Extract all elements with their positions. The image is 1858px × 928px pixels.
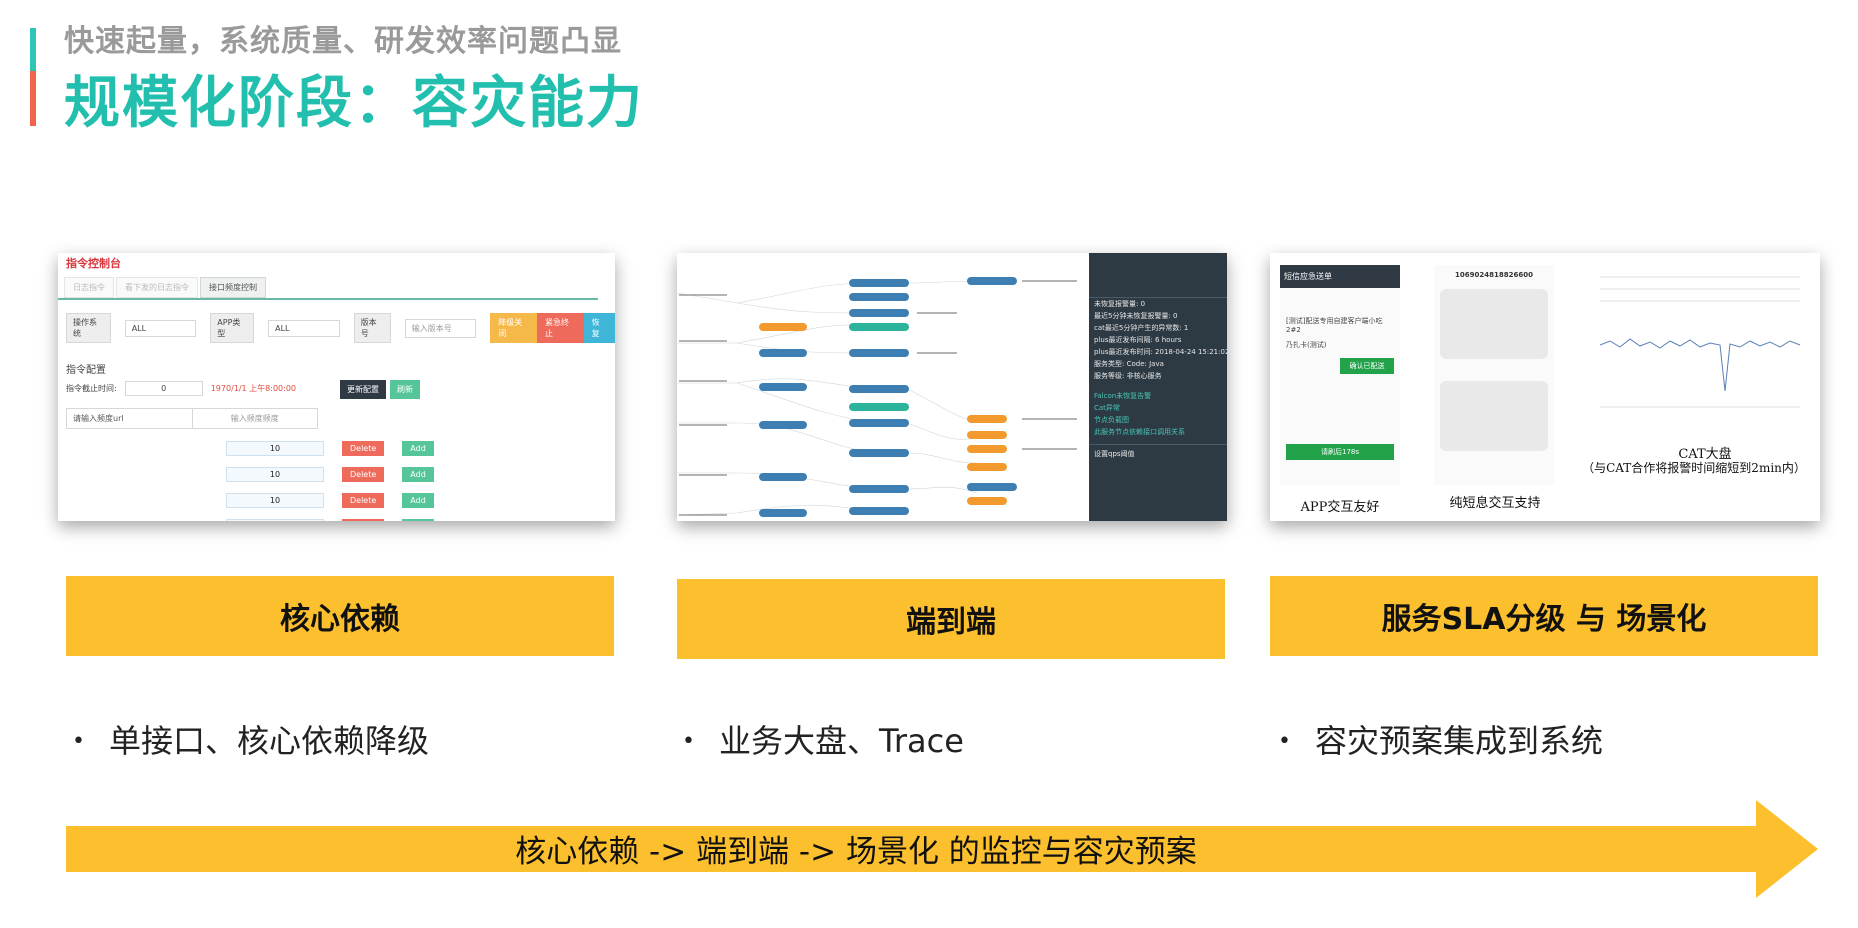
slide-subtitle: 快速起量，系统质量、研发效率问题凸显 (64, 24, 622, 59)
service-info-panel: 未恢复报警量: 0 最近5分钟未恢复报警量: 0 cat最近5分钟产生的异常数:… (1089, 253, 1227, 521)
falcon-alert-link[interactable]: Falcon未恢复告警 (1089, 390, 1227, 402)
cat-error-link[interactable]: Cat异常 (1089, 402, 1227, 414)
slide-title: 规模化阶段：容灾能力 (64, 71, 644, 136)
trace-screenshot: 未恢复报警量: 0 最近5分钟未恢复报警量: 0 cat最近5分钟产生的异常数:… (677, 253, 1227, 521)
tab-log-command[interactable]: 日志指令 (64, 277, 114, 298)
frequency-table: 10 Delete Add 10 Delete Add 10 Delete Ad… (226, 435, 434, 521)
info-line: 服务等级: 非核心服务 (1094, 372, 1162, 380)
table-row: 10 Delete Add (226, 461, 434, 487)
app-phone-title: 短信应急送单 (1280, 265, 1400, 288)
deadline-input[interactable]: 0 (124, 381, 203, 396)
frequency-value[interactable]: 10 (226, 440, 324, 456)
delete-button[interactable]: Delete (342, 492, 385, 508)
deadline-row: 指令截止时间: 0 1970/1/1 上午8:00:00 (66, 381, 296, 396)
refresh-button[interactable]: 刷新 (390, 380, 420, 399)
sms-caption: 纯短息交互支持 (1449, 496, 1541, 511)
cat-caption-note: （与CAT合作将报警时间缩短到2min内） (1582, 461, 1806, 475)
bullet-dot: • (72, 729, 85, 754)
app-type-select[interactable]: ALL (268, 319, 340, 337)
sms-bubble (1440, 289, 1548, 359)
version-label: 版本号 (353, 313, 391, 343)
app-order-item: [测试]配送专用自建客户端小吃 2#2 (1286, 317, 1383, 334)
add-button[interactable]: Add (402, 466, 434, 482)
bullet-dot: • (1278, 729, 1291, 754)
version-input[interactable]: 输入版本号 (404, 318, 477, 338)
scenario-screenshot: 短信应急送单 [测试]配送专用自建客户端小吃 2#2 乃扎卡(测试) 确认已配送… (1270, 253, 1820, 521)
console-heading: 指令控制台 (66, 257, 121, 270)
deadline-hint: 1970/1/1 上午8:00:00 (210, 384, 297, 393)
delete-button[interactable]: Delete (342, 440, 385, 456)
bullet-dot: • (682, 729, 695, 754)
update-config-button[interactable]: 更新配置 (340, 380, 386, 399)
bullet-sla-scenario: • 容灾预案集成到系统 (1278, 716, 1603, 762)
info-line: cat最近5分钟产生的异常数: 1 (1094, 324, 1189, 332)
node-load-link[interactable]: 节点负载图 (1089, 414, 1227, 426)
arrow-banner-text: 核心依赖 -> 端到端 -> 场景化 的监控与容灾预案 (515, 834, 1197, 870)
frequency-input[interactable]: 输入频度频度 (191, 409, 318, 428)
bullet-text: 单接口、核心依赖降级 (108, 722, 429, 760)
table-row: 10 Delete Add (226, 435, 434, 461)
table-row: 10 Delete Add (226, 487, 434, 513)
app-type-label: APP类型 (210, 313, 255, 343)
degrade-button[interactable]: 降级关闭 (490, 313, 537, 343)
bullet-text: 容灾预案集成到系统 (1314, 722, 1603, 760)
tab-frequency-control[interactable]: 接口频度控制 (200, 277, 266, 298)
sms-phone-screen: 1069024818826600 (1434, 265, 1554, 485)
delete-button[interactable]: Delete (342, 518, 385, 521)
sms-bubble (1440, 381, 1548, 451)
app-order-user: 乃扎卡(测试) (1286, 341, 1327, 349)
deadline-label: 指令截止时间: (66, 384, 117, 393)
frequency-value[interactable]: 10 (226, 466, 324, 482)
config-heading: 指令配置 (66, 365, 106, 376)
dependency-call-link[interactable]: 此服务节点依赖接口调用关系 (1089, 426, 1227, 438)
add-button[interactable]: Add (402, 492, 434, 508)
app-caption: APP交互友好 (1300, 500, 1380, 515)
app-phone-screen: 短信应急送单 [测试]配送专用自建客户端小吃 2#2 乃扎卡(测试) 确认已配送… (1280, 265, 1400, 485)
table-row: 10 Delete Add (226, 513, 434, 521)
label-end-to-end: 端到端 (677, 579, 1225, 659)
os-select[interactable]: ALL (124, 319, 197, 337)
console-filter-row: 操作系统 ALL APP类型 ALL 版本号 输入版本号 降级关闭 紧急终止 恢… (66, 313, 615, 343)
info-line: plus最近发布间隔: 6 hours (1094, 336, 1182, 344)
label-sla-scenario: 服务SLA分级 与 场景化 (1270, 576, 1818, 656)
frequency-value[interactable]: 10 (226, 518, 324, 521)
refresh-countdown-button[interactable]: 请刷后178s (1286, 444, 1394, 460)
dependency-graph (677, 277, 1077, 517)
console-tabs: 日志指令 看下发的日志指令 接口频度控制 (64, 277, 266, 298)
frequency-value[interactable]: 10 (226, 492, 324, 508)
cat-dashboard-chart (1600, 276, 1801, 408)
bullet-text: 业务大盘、Trace (718, 722, 964, 760)
add-button[interactable]: Add (402, 440, 434, 456)
bullet-end-to-end: • 业务大盘、Trace (682, 716, 964, 762)
label-core-dependency: 核心依赖 (66, 576, 614, 656)
config-actions: 更新配置 刷新 (340, 380, 420, 399)
stop-button[interactable]: 紧急终止 (536, 313, 584, 343)
os-label: 操作系统 (66, 313, 111, 343)
restore-button[interactable]: 恢复 (583, 313, 615, 343)
title-accent-bar (30, 28, 36, 126)
info-line: 最近5分钟未恢复报警量: 0 (1094, 312, 1178, 320)
tab-underline (58, 298, 598, 300)
url-input-row: 请输入频度url 输入频度频度 (66, 408, 318, 429)
info-line: 服务类型: Code: Java (1094, 360, 1164, 368)
sms-sender-number: 1069024818826600 (1455, 271, 1533, 279)
info-line: plus最近发布时间: 2018-04-24 15:21:02 (1094, 348, 1227, 356)
tab-sent-log-command[interactable]: 看下发的日志指令 (116, 277, 198, 298)
delete-button[interactable]: Delete (342, 466, 385, 482)
console-screenshot: 指令控制台 日志指令 看下发的日志指令 接口频度控制 操作系统 ALL APP类… (58, 253, 615, 521)
bullet-core-dependency: • 单接口、核心依赖降级 (72, 716, 429, 762)
qps-threshold-setting[interactable]: 设置qps阈值 (1089, 444, 1227, 460)
info-line: 未恢复报警量: 0 (1094, 300, 1146, 308)
confirm-delivery-button[interactable]: 确认已配送 (1340, 358, 1394, 374)
add-button[interactable]: Add (402, 518, 434, 521)
url-input[interactable]: 请输入频度url (67, 409, 192, 428)
